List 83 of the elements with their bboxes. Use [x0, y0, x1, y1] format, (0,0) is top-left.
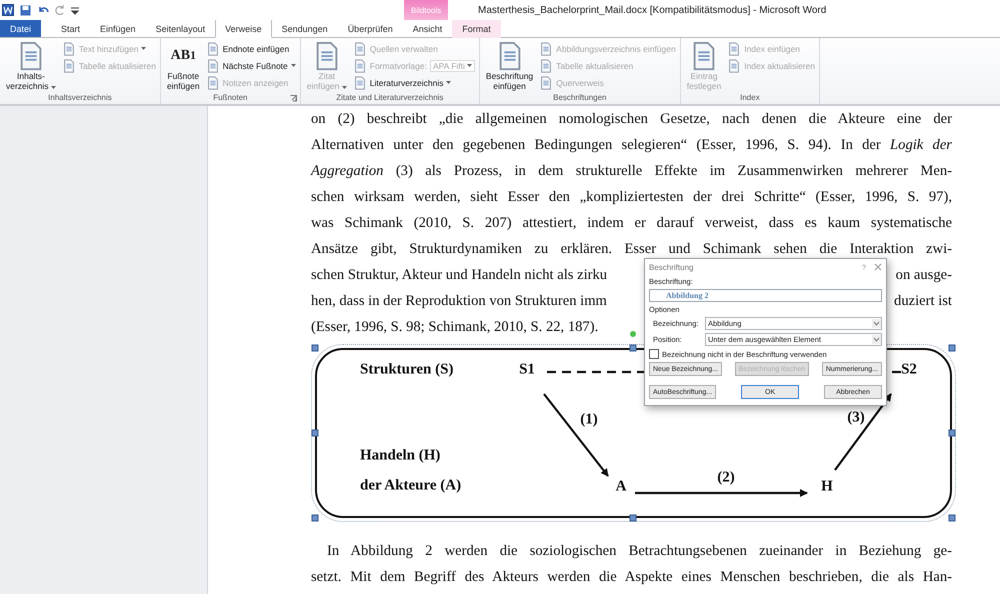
dialog-title: Beschriftung [649, 262, 694, 272]
ribbon-tab[interactable]: Ansicht [402, 19, 452, 38]
caret-icon [466, 64, 472, 67]
document-icon [352, 42, 367, 56]
document-icon [727, 42, 742, 56]
document-icon [62, 42, 76, 56]
node-label: S1 [519, 362, 535, 378]
selection-handle[interactable] [312, 514, 318, 522]
group-label: Index [740, 92, 760, 104]
level-label: der Akteure (A) [360, 478, 462, 494]
ribbon-tab[interactable]: Überprüfen [338, 19, 403, 38]
document-icon [206, 58, 220, 72]
ribbon-button[interactable]: Nächste Fußnote [206, 58, 296, 73]
caption-field[interactable]: Abbildung 2 [649, 289, 882, 302]
text-line: was Schimank (2010, S. 207) attestiert, indem er darauf verweist, dass es kaum systematische [311, 214, 952, 233]
caret-icon [141, 47, 146, 50]
group-label: Fußnoten [213, 92, 248, 104]
document-icon [352, 76, 367, 90]
group-label: Inhaltsverzeichnis [48, 92, 112, 104]
ribbon-tab[interactable]: Verweise [215, 19, 272, 38]
window-title: Masterthesis_Bachelorprint_Mail.docx [Kompatibilitätsmodus] - Microsoft Word [478, 4, 826, 16]
text-line: setzt. Mit dem Begriff des Akteurs werden die Aspekte eines Menschen beschrieben, die als Han- [311, 568, 952, 587]
group-label: Beschriftungen [553, 92, 606, 104]
caret-icon [50, 86, 56, 89]
ribbon-tab[interactable]: Format [452, 19, 501, 38]
level-label: Strukturen (S) [360, 362, 454, 378]
text-line: hen, dass in der Reproduktion von Strukturen imm [311, 292, 607, 311]
text-line: on (2) beschreibt „die allgemeinen nomologischen Gesetze, nach denen die Akteure eine der [311, 110, 952, 129]
document-icon [206, 76, 220, 90]
caret-icon [342, 86, 347, 89]
node-label: S2 [901, 362, 917, 378]
rotation-handle[interactable] [630, 331, 636, 337]
caret-icon [290, 64, 296, 67]
ribbon-button[interactable]: Endnote einfügen [206, 41, 296, 56]
arrow-label: (3) [847, 410, 865, 426]
text-line: In Abbildung 2 werden die soziologischen Betrachtungsebenen zueinander in Beziehung ge- [326, 542, 952, 561]
undo-icon[interactable] [37, 5, 49, 15]
ribbon-large-button[interactable]: Beschriftung einfügen [484, 41, 536, 92]
document-icon [539, 76, 554, 90]
arrow-label: (1) [580, 412, 598, 428]
arrow-label: (2) [717, 470, 735, 486]
customize-icon[interactable] [71, 5, 79, 15]
document-icon [539, 42, 554, 56]
selection-handle[interactable] [312, 430, 318, 436]
selection-handle[interactable] [948, 430, 956, 436]
document-icon [206, 42, 220, 56]
text-line: Aggregation (3) als Prozess, in dem strukturelle Effekte im Zusammenwirken mehrerer Men- [311, 162, 952, 181]
selection-handle[interactable] [948, 514, 956, 522]
document-icon [352, 58, 367, 72]
ribbon-tab[interactable]: Einfügen [90, 19, 146, 38]
ribbon-large-button[interactable]: Inhalts- verzeichnis [4, 41, 58, 92]
chevron-down-icon [872, 319, 881, 328]
level-label: Handeln (H) [360, 448, 440, 464]
group-label: Zitate und Literaturverzeichnis [336, 92, 444, 104]
ribbon-tab[interactable]: Sendungen [272, 19, 338, 38]
close-icon[interactable] [874, 263, 882, 271]
checkbox[interactable] [649, 349, 659, 359]
selection-handle[interactable] [948, 344, 956, 352]
document-icon [727, 58, 742, 72]
dialog-launcher-icon[interactable] [290, 95, 297, 102]
text-line: on ausge- [896, 266, 952, 285]
chevron-down-icon [872, 335, 881, 344]
ribbon-button[interactable]: Literaturverzeichnis [352, 75, 475, 90]
file-tab[interactable]: Datei [0, 20, 42, 37]
text-line: schen wirksam werden, sieht Esser den „kompliziertesten der drei Schritte“ (Esser, 1996, S. 97), [311, 188, 952, 207]
ribbon-tab[interactable]: Seitenlayout [146, 19, 216, 38]
redo-icon[interactable] [55, 5, 65, 15]
text-line: Alternativen unter den gegebenen Bedingungen selegieren“ (Esser, 1996, S. 94). In der Logik der [311, 136, 952, 155]
selection-handle[interactable] [630, 344, 636, 352]
text-line: Ansätze gibt, Strukturdynamiken zu erklären. Esser und Schimank sehen die Interaktion zwi- [311, 240, 952, 259]
text-line: duziert ist [894, 292, 952, 311]
caret-icon [446, 81, 452, 84]
selection-handle[interactable] [630, 514, 636, 522]
text-line: schen Struktur, Akteur und Handeln nicht als zirku [311, 266, 608, 285]
node-label: H [821, 478, 833, 496]
contextual-tab-header: Bildtools [404, 0, 448, 20]
text-line: (Esser, 1996, S. 98; Schimank, 2010, S. 22, 187). [311, 318, 598, 337]
document-icon [62, 58, 76, 72]
selection-handle[interactable] [312, 344, 318, 352]
node-label: A [616, 478, 626, 496]
document-icon [539, 58, 554, 72]
save-icon[interactable] [20, 4, 31, 16]
ribbon-tab[interactable]: Start [51, 19, 90, 38]
